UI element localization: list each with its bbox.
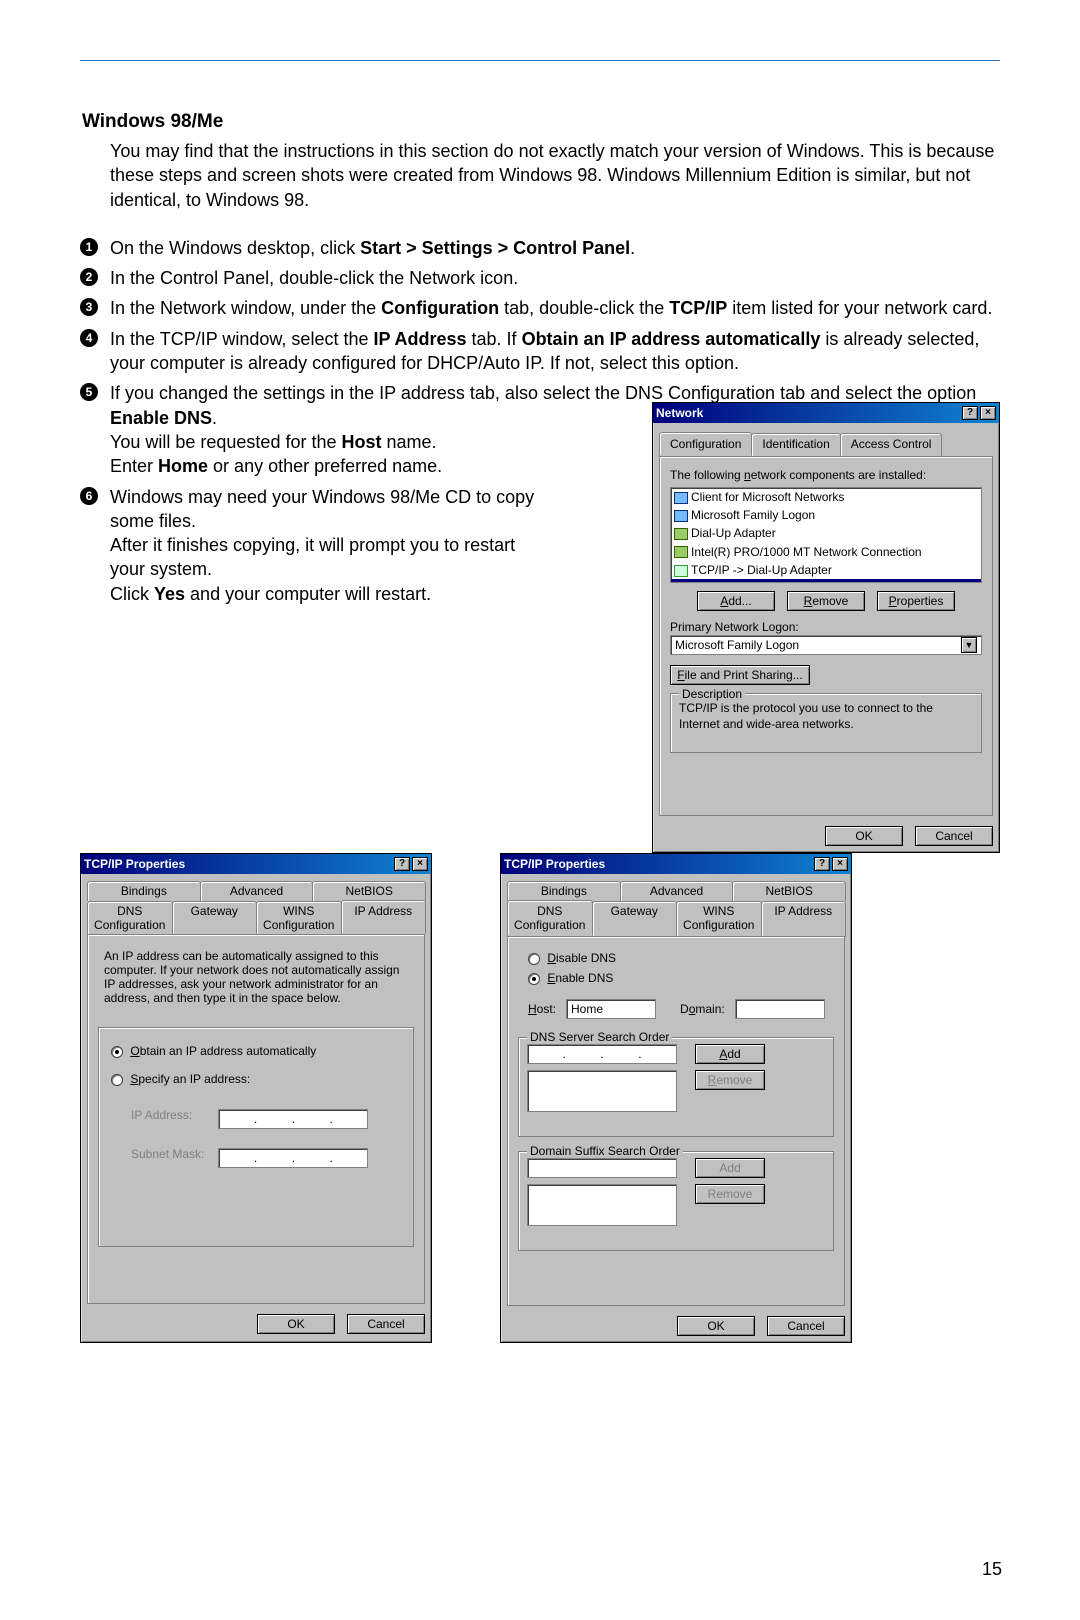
close-icon[interactable]: × [980, 406, 996, 420]
tab-ip-address[interactable]: IP Address [761, 901, 847, 937]
chevron-down-icon[interactable]: ▼ [961, 637, 977, 653]
radio-icon [111, 1046, 123, 1058]
tcpip-dns-dialog: TCP/IP Properties ? × Bindings Advanced … [500, 853, 852, 1343]
tab-wins-config[interactable]: WINS Configuration [256, 901, 342, 935]
top-rule [80, 60, 1000, 61]
tcpip2-title: TCP/IP Properties [504, 857, 812, 871]
tab-gateway[interactable]: Gateway [172, 901, 258, 935]
dns-search-order-group: DNS Server Search Order ... Add Remove [518, 1037, 834, 1137]
tab-dns-config[interactable]: DNS Configuration [507, 900, 593, 936]
components-label: The following network components are ins… [670, 467, 982, 483]
tab-bindings[interactable]: Bindings [507, 881, 621, 901]
radio-icon [528, 953, 540, 965]
tab-netbios[interactable]: NetBIOS [732, 881, 846, 901]
host-label: Host: [528, 1002, 556, 1016]
ok-button[interactable]: OK [677, 1316, 755, 1336]
network-title: Network [656, 405, 960, 421]
steps-list: On the Windows desktop, click Start > Se… [80, 236, 1000, 606]
step-6: Windows may need your Windows 98/Me CD t… [80, 485, 1000, 606]
tcpip1-title: TCP/IP Properties [84, 857, 392, 871]
subnet-mask-field: ... [218, 1148, 368, 1168]
radio-disable-dns[interactable]: Disable DNS [518, 951, 834, 965]
host-field[interactable]: Home [566, 999, 656, 1019]
tab-ip-address[interactable]: IP Address [341, 900, 427, 934]
ok-button[interactable]: OK [257, 1314, 335, 1334]
radio-icon [528, 973, 540, 985]
tab-wins-config[interactable]: WINS Configuration [676, 901, 762, 937]
close-icon[interactable]: × [832, 857, 848, 871]
cancel-button[interactable]: Cancel [915, 826, 993, 846]
radio-obtain-auto[interactable]: Obtain an IP address automatically [111, 1044, 401, 1058]
tab-configuration[interactable]: Configuration [659, 432, 752, 456]
primary-logon-label: Primary Network Logon: [670, 619, 982, 635]
ip-desc: An IP address can be automatically assig… [98, 945, 414, 1019]
tcpip2-titlebar: TCP/IP Properties ? × [501, 854, 851, 874]
tab-gateway[interactable]: Gateway [592, 901, 678, 937]
intro-paragraph: You may find that the instructions in th… [80, 139, 1000, 212]
step-4: In the TCP/IP window, select the IP Addr… [80, 327, 1000, 376]
description-text: TCP/IP is the protocol you use to connec… [679, 700, 973, 744]
remove-button: Remove [695, 1184, 765, 1204]
close-icon[interactable]: × [412, 857, 428, 871]
suffix-field[interactable] [527, 1158, 677, 1178]
tab-advanced[interactable]: Advanced [200, 881, 314, 901]
remove-button: Remove [695, 1070, 765, 1090]
dns-order-listbox[interactable] [527, 1070, 677, 1112]
tab-identification[interactable]: Identification [751, 433, 840, 457]
primary-logon-value: Microsoft Family Logon [675, 637, 799, 653]
add-button[interactable]: Add [695, 1044, 765, 1064]
tab-access-control[interactable]: Access Control [840, 433, 943, 457]
cancel-button[interactable]: Cancel [347, 1314, 425, 1334]
suffix-listbox[interactable] [527, 1184, 677, 1226]
page-number: 15 [982, 1559, 1002, 1580]
description-legend: Description [679, 686, 745, 702]
subnet-mask-label: Subnet Mask: [131, 1147, 215, 1161]
step-3: In the Network window, under the Configu… [80, 296, 1000, 320]
domain-label: Domain: [680, 1002, 725, 1016]
help-icon[interactable]: ? [962, 406, 978, 420]
step-1: On the Windows desktop, click Start > Se… [80, 236, 1000, 260]
step-2: In the Control Panel, double-click the N… [80, 266, 1000, 290]
radio-icon [111, 1074, 123, 1086]
tab-bindings[interactable]: Bindings [87, 881, 201, 901]
help-icon[interactable]: ? [394, 857, 410, 871]
help-icon[interactable]: ? [814, 857, 830, 871]
cancel-button[interactable]: Cancel [767, 1316, 845, 1336]
description-group: Description TCP/IP is the protocol you u… [670, 693, 982, 753]
tcpip-ipaddress-dialog: TCP/IP Properties ? × Bindings Advanced … [80, 853, 432, 1343]
network-dialog: Network ? × Configuration Identification… [652, 402, 1000, 853]
section-heading: Windows 98/Me [80, 111, 1000, 133]
dns-ip-field[interactable]: ... [527, 1044, 677, 1064]
step-5: If you changed the settings in the IP ad… [80, 381, 1000, 478]
tab-netbios[interactable]: NetBIOS [312, 881, 426, 901]
add-button: Add [695, 1158, 765, 1178]
tab-dns-config[interactable]: DNS Configuration [87, 901, 173, 935]
domain-suffix-group: Domain Suffix Search Order Add Remove [518, 1151, 834, 1251]
primary-logon-dropdown[interactable]: Microsoft Family Logon ▼ [670, 635, 982, 655]
network-tabs: Configuration Identification Access Cont… [659, 432, 993, 456]
tab-advanced[interactable]: Advanced [620, 881, 734, 901]
ip-address-field: ... [218, 1109, 368, 1129]
network-titlebar: Network ? × [653, 403, 999, 423]
ok-button[interactable]: OK [825, 826, 903, 846]
domain-field[interactable] [735, 999, 825, 1019]
file-print-sharing-button[interactable]: File and Print Sharing... [670, 665, 810, 685]
radio-enable-dns[interactable]: Enable DNS [518, 971, 834, 985]
tcpip1-titlebar: TCP/IP Properties ? × [81, 854, 431, 874]
ip-address-label: IP Address: [131, 1108, 215, 1122]
radio-specify[interactable]: Specify an IP address: [111, 1072, 401, 1086]
